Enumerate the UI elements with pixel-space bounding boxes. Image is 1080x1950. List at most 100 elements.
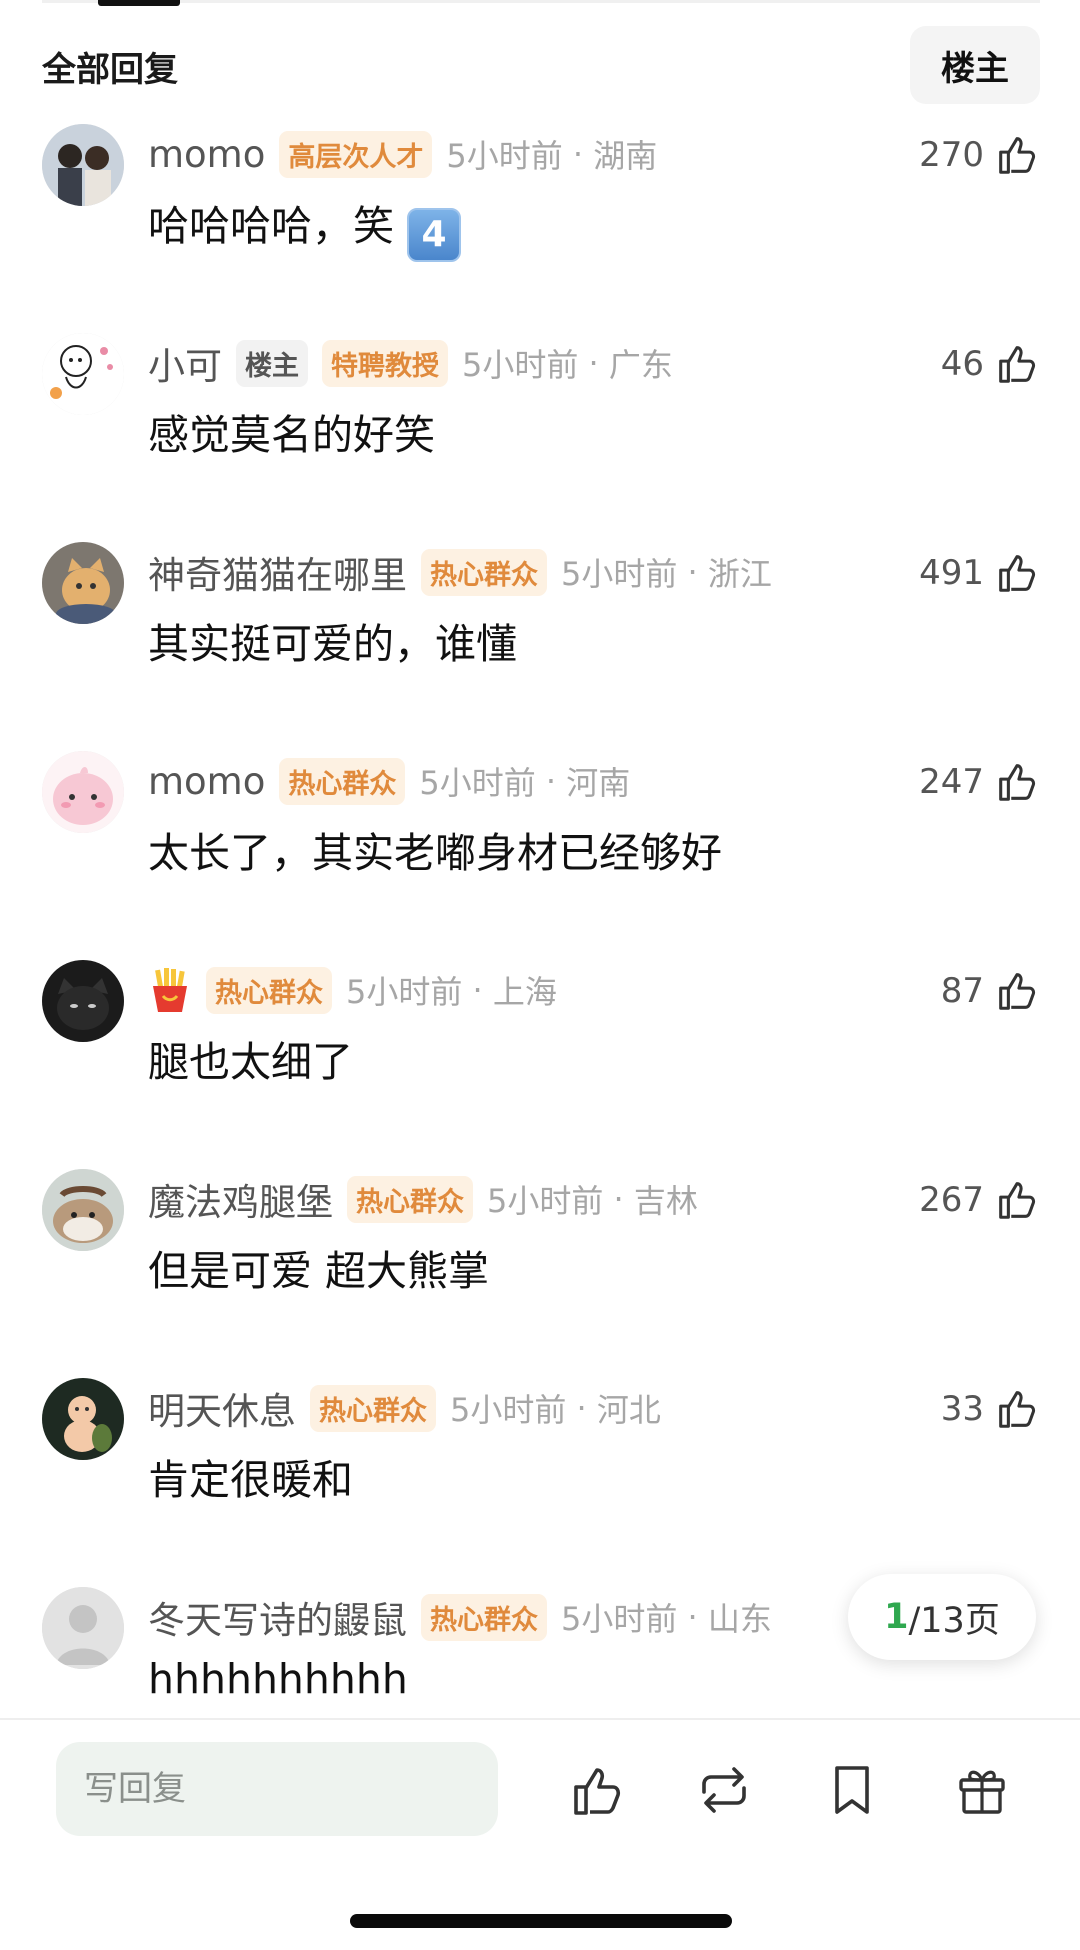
- comment-item[interactable]: 神奇猫猫在哪里 热心群众 5小时前 · 浙江 491 其实挺可爱的，谁懂: [42, 542, 1040, 702]
- gift-button[interactable]: [952, 1760, 1012, 1820]
- username[interactable]: 小可: [148, 336, 222, 390]
- comment-time: 5小时前: [450, 1391, 567, 1429]
- top-divider: [42, 0, 1040, 3]
- comment-meta: 小可 楼主 特聘教授 5小时前 · 广东: [148, 336, 673, 390]
- comment-item[interactable]: 热心群众 5小时前 · 上海 87 腿也太细了: [42, 960, 1040, 1120]
- comment-text: 腿也太细了: [148, 1038, 353, 1086]
- location-separator: ·: [578, 344, 609, 382]
- like-post-button[interactable]: [568, 1760, 628, 1820]
- like-button[interactable]: 270: [919, 132, 1040, 178]
- comment-location: 广东: [608, 346, 673, 384]
- username[interactable]: 冬天写诗的鼹鼠: [148, 1590, 407, 1644]
- like-count: 46: [940, 344, 984, 384]
- location-separator: ·: [677, 553, 708, 591]
- like-button[interactable]: 247: [919, 759, 1040, 805]
- baby-figure-avatar[interactable]: [42, 1378, 124, 1460]
- comment-item[interactable]: 明天休息 热心群众 5小时前 · 河北 33 肯定很暖和: [42, 1378, 1040, 1538]
- comment-text: 其实挺可爱的，谁懂: [148, 620, 517, 668]
- comment-meta: 热心群众 5小时前 · 上海: [148, 966, 557, 1014]
- tab-indicator: [98, 0, 180, 6]
- username[interactable]: 明天休息: [148, 1381, 296, 1435]
- comment-time: 5小时前: [419, 764, 536, 802]
- comment-item[interactable]: momo 高层次人才 5小时前 · 湖南 270 哈哈哈哈，笑 4: [42, 124, 1040, 284]
- like-button[interactable]: 33: [941, 1386, 1040, 1432]
- comment-meta: 神奇猫猫在哪里 热心群众 5小时前 · 浙江: [148, 545, 772, 599]
- thumbs-up-icon: [999, 137, 1036, 174]
- username[interactable]: momo: [148, 760, 265, 803]
- thumbs-up-icon: [999, 1182, 1036, 1219]
- repost-button[interactable]: [694, 1760, 754, 1820]
- thumbs-up-icon: [999, 764, 1036, 801]
- page-total: /13页: [908, 1600, 1000, 1641]
- hamster-photo-avatar[interactable]: [42, 1169, 124, 1251]
- comment-time: 5小时前: [487, 1182, 604, 1220]
- page-indicator[interactable]: 1 /13页: [848, 1574, 1036, 1660]
- keycap-four-emoji: 4: [407, 207, 462, 262]
- user-badge: 特聘教授: [322, 339, 448, 387]
- cat-photo-avatar[interactable]: [42, 542, 124, 624]
- default-user-avatar[interactable]: [42, 1587, 124, 1669]
- like-button[interactable]: 267: [919, 1177, 1040, 1223]
- username[interactable]: 神奇猫猫在哪里: [148, 545, 407, 599]
- username[interactable]: 魔法鸡腿堡: [148, 1172, 333, 1226]
- thumbs-up-icon: [999, 555, 1036, 592]
- comment-text: 太长了，其实老嘟身材已经够好: [148, 829, 722, 877]
- comment-location: 上海: [492, 973, 557, 1011]
- current-page: 1: [884, 1597, 909, 1637]
- thumbs-up-icon: [999, 973, 1036, 1010]
- user-badge: 热心群众: [347, 1175, 473, 1223]
- location-separator: ·: [535, 762, 567, 800]
- comment-location: 河南: [566, 764, 631, 802]
- comment-text: 肯定很暖和: [148, 1456, 353, 1504]
- user-badge: 热心群众: [421, 1593, 547, 1641]
- replies-header: 全部回复 楼主: [42, 24, 1040, 104]
- username[interactable]: momo: [148, 133, 265, 176]
- comment-meta: 明天休息 热心群众 5小时前 · 河北: [148, 1381, 661, 1435]
- owner-only-button[interactable]: 楼主: [910, 26, 1040, 104]
- page-title: 全部回复: [42, 50, 178, 90]
- repost-icon: [702, 1767, 746, 1813]
- location-separator: ·: [462, 971, 493, 1009]
- comment-time: 5小时前: [446, 137, 563, 175]
- like-count: 267: [919, 1180, 984, 1220]
- like-button[interactable]: 46: [941, 341, 1040, 387]
- owner-badge: 楼主: [236, 339, 308, 387]
- location-separator: ·: [566, 1389, 597, 1427]
- location-separator: ·: [562, 135, 594, 173]
- like-count: 247: [919, 762, 984, 802]
- comment-meta: 魔法鸡腿堡 热心群众 5小时前 · 吉林: [148, 1172, 698, 1226]
- like-count: 87: [940, 971, 984, 1011]
- comment-text: 但是可爱 超大熊掌: [148, 1247, 490, 1295]
- user-badge: 热心群众: [206, 966, 332, 1014]
- thumbs-up-icon: [999, 1391, 1036, 1428]
- bookmark-button[interactable]: [822, 1760, 882, 1820]
- comment-location: 山东: [707, 1600, 772, 1638]
- like-icon: [574, 1768, 621, 1815]
- bookmark-icon: [835, 1766, 869, 1814]
- fries-icon: [153, 968, 187, 1012]
- comment-meta: 冬天写诗的鼹鼠 热心群众 5小时前 · 山东: [148, 1590, 772, 1644]
- comment-item[interactable]: momo 热心群众 5小时前 · 河南 247 太长了，其实老嘟身材已经够好: [42, 751, 1040, 911]
- location-separator: ·: [603, 1180, 634, 1218]
- comment-meta: momo 热心群众 5小时前 · 河南: [148, 757, 630, 805]
- sketch-character-avatar[interactable]: [42, 333, 124, 415]
- comment-item[interactable]: 小可 楼主 特聘教授 5小时前 · 广东 46 感觉莫名的好笑: [42, 333, 1040, 493]
- black-cat-avatar[interactable]: [42, 960, 124, 1042]
- comment-item[interactable]: 魔法鸡腿堡 热心群众 5小时前 · 吉林 267 但是可爱 超大熊掌: [42, 1169, 1040, 1329]
- comment-meta: momo 高层次人才 5小时前 · 湖南: [148, 130, 657, 178]
- like-button[interactable]: 491: [919, 550, 1040, 596]
- comment-time: 5小时前: [561, 555, 678, 593]
- reply-input[interactable]: [56, 1742, 498, 1836]
- comment-time: 5小时前: [561, 1600, 678, 1638]
- comment-location: 湖南: [593, 137, 658, 175]
- comment-location: 河北: [596, 1391, 661, 1429]
- comment-text: 哈哈哈哈，笑 4: [148, 192, 462, 262]
- pink-blob-avatar[interactable]: [42, 751, 124, 833]
- comment-location: 吉林: [633, 1182, 698, 1220]
- couple-photo-avatar[interactable]: [42, 124, 124, 206]
- location-separator: ·: [677, 1598, 708, 1636]
- thumbs-up-icon: [999, 346, 1036, 383]
- comment-location: 浙江: [707, 555, 772, 593]
- like-button[interactable]: 87: [941, 968, 1040, 1014]
- like-count: 270: [919, 135, 984, 175]
